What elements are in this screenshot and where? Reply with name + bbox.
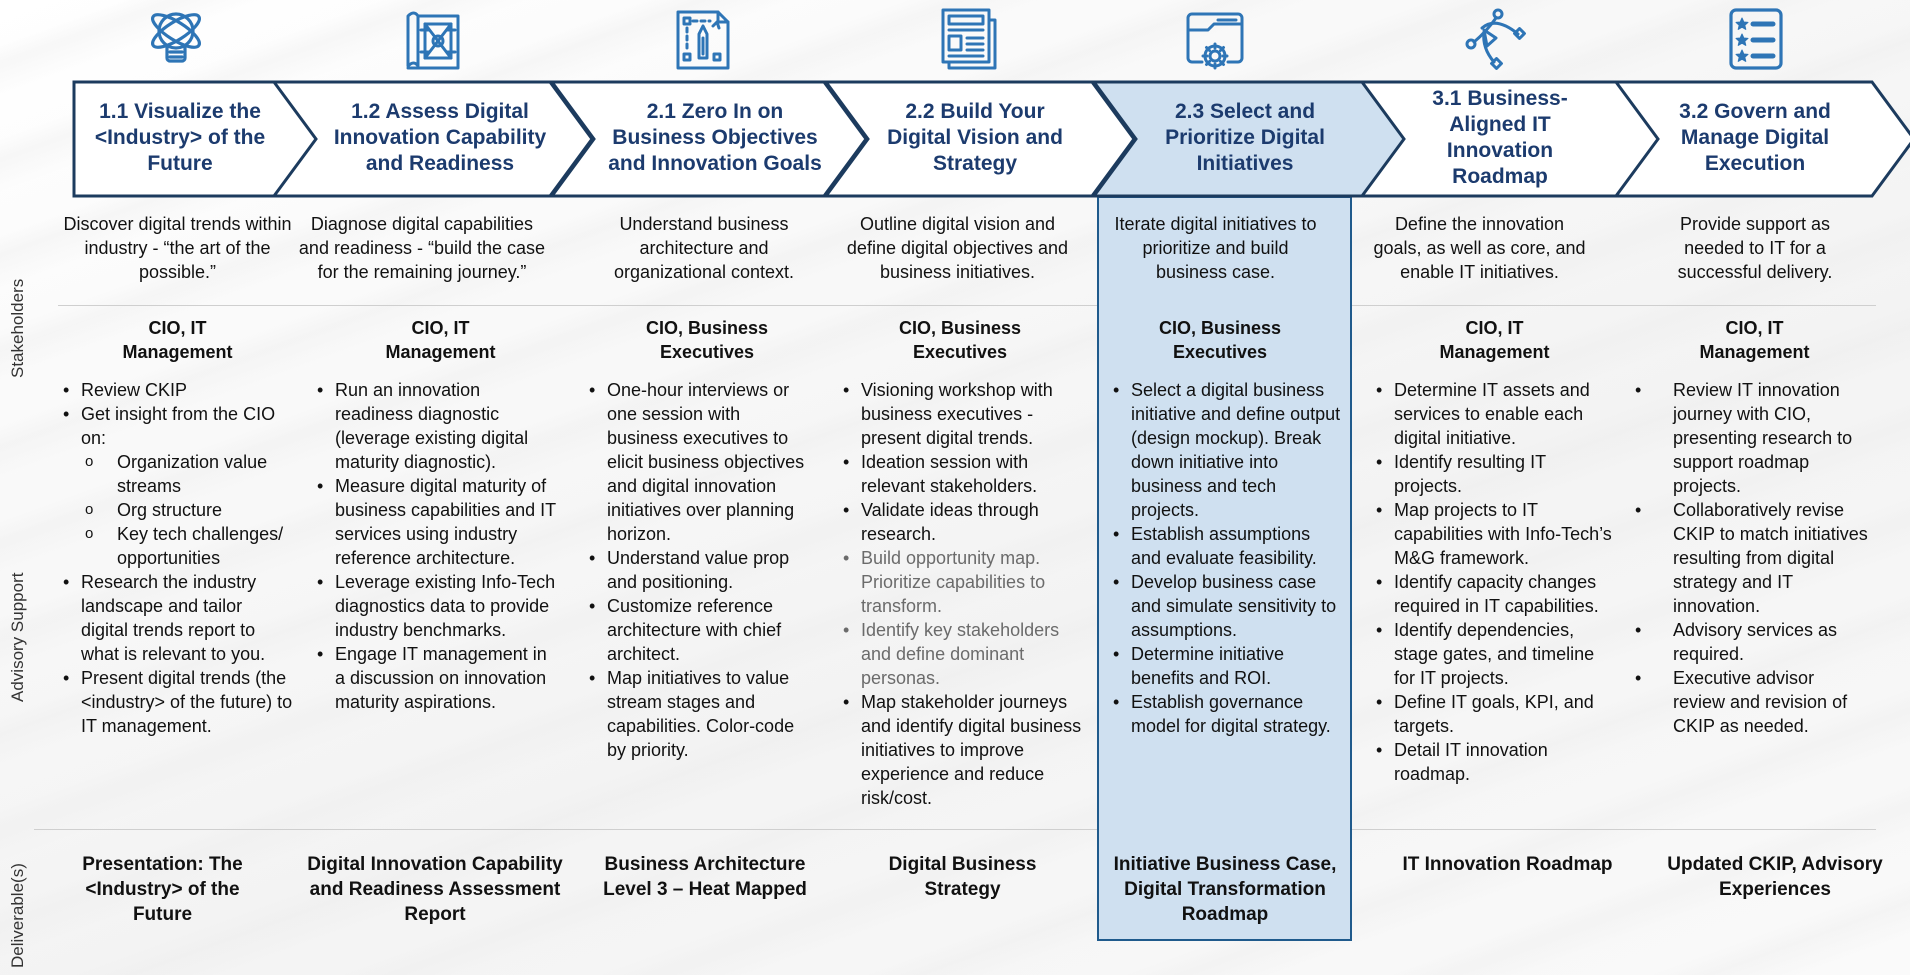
phase-deliverable: Initiative Business Case, Digital Transf… — [1113, 854, 1337, 925]
phase-description: Outline digital vision and define digita… — [846, 214, 1069, 282]
advisory-item: Map initiatives to value stream stages a… — [589, 666, 814, 762]
phase-description: Diagnose digital capabilities and readin… — [298, 214, 546, 282]
advisory-item: Understand value prop and positioning. — [589, 546, 814, 594]
advisory-list: Select a digital business initiative and… — [1113, 378, 1345, 738]
advisory-item: Build opportunity map. Prioritize capabi… — [843, 546, 1088, 618]
phase-description: Iterate digital initiatives to prioritiz… — [1114, 214, 1317, 282]
phase-description: Provide support as needed to IT for a su… — [1677, 214, 1833, 282]
advisory-list: Review IT innovation journey with CIO, p… — [1635, 378, 1870, 738]
phase-deliverable: IT Innovation Roadmap — [1402, 854, 1613, 875]
advisory-item: Identify capacity changes required in IT… — [1376, 570, 1616, 618]
lightbulb-globe-icon — [143, 6, 209, 72]
phase-deliverable: Presentation: The <Industry> of the Futu… — [82, 854, 243, 925]
separator-line — [58, 305, 1876, 306]
advisory-item: Advisory services as required. — [1635, 618, 1870, 666]
advisory-item: Present digital trends (the <industry> o… — [63, 666, 293, 738]
advisory-item: Validate ideas through research. — [843, 498, 1088, 546]
advisory-sub-item: Organization value streams — [63, 450, 293, 498]
row-label-stakeholders: Stakeholders — [8, 278, 27, 378]
advisory-item: Determine IT assets and services to enab… — [1376, 378, 1616, 450]
advisory-item: Review IT innovation journey with CIO, p… — [1635, 378, 1870, 498]
phase-stakeholders: CIO, Business Executives — [898, 318, 1022, 362]
phase-stakeholders: CIO, IT Management — [1439, 318, 1550, 362]
advisory-item: Map projects to IT capabilities with Inf… — [1376, 498, 1616, 570]
advisory-item: Executive advisor review and revision of… — [1635, 666, 1870, 738]
blueprint-icon — [400, 6, 466, 72]
advisory-list: Review CKIPGet insight from the CIO on:O… — [63, 378, 293, 738]
star-checklist-icon — [1723, 6, 1789, 72]
phase-stakeholders: CIO, Business Executives — [1158, 318, 1282, 362]
advisory-item: Identify resulting IT projects. — [1376, 450, 1616, 498]
advisory-item: Leverage existing Info-Tech diagnostics … — [317, 570, 557, 642]
advisory-item: Run an innovation readiness diagnostic (… — [317, 378, 557, 474]
advisory-item: Identify key stakeholders and define dom… — [843, 618, 1088, 690]
advisory-item: Measure digital maturity of business cap… — [317, 474, 557, 570]
advisory-item: Establish governance model for digital s… — [1113, 690, 1345, 738]
advisory-item: Develop business case and simulate sensi… — [1113, 570, 1345, 642]
phase-title-1-1: 1.1 Visualize the <Industry> of the Futu… — [94, 100, 266, 175]
phase-description: Discover digital trends within industry … — [63, 214, 292, 282]
advisory-item: Customize reference architecture with ch… — [589, 594, 814, 666]
advisory-item: Review CKIP — [63, 378, 293, 402]
phase-stakeholders: CIO, IT Management — [122, 318, 233, 362]
advisory-item: Visioning workshop with business executi… — [843, 378, 1088, 450]
phase-deliverable: Updated CKIP, Advisory Experiences — [1667, 854, 1883, 900]
advisory-list: Determine IT assets and services to enab… — [1376, 378, 1616, 786]
advisory-item: Detail IT innovation roadmap. — [1376, 738, 1616, 786]
advisory-list: One-hour interviews or one session with … — [589, 378, 814, 762]
advisory-list: Visioning workshop with business executi… — [843, 378, 1088, 810]
advisory-item: Map stakeholder journeys and identify di… — [843, 690, 1088, 810]
advisory-item: Collaboratively revise CKIP to match ini… — [1635, 498, 1870, 618]
advisory-item: Define IT goals, KPI, and targets. — [1376, 690, 1616, 738]
advisory-item: One-hour interviews or one session with … — [589, 378, 814, 546]
phase-stakeholders: CIO, IT Management — [1699, 318, 1810, 362]
advisory-item: Research the industry landscape and tail… — [63, 570, 293, 666]
phase-description: Define the innovation goals, as well as … — [1373, 214, 1586, 282]
advisory-sub-item: Org structure — [63, 498, 293, 522]
advisory-item: Engage IT management in a discussion on … — [317, 642, 557, 714]
advisory-item: Identify dependencies, stage gates, and … — [1376, 618, 1616, 690]
row-label-deliverables: Deliverable(s) — [8, 863, 27, 968]
phase-stakeholders: CIO, IT Management — [385, 318, 496, 362]
phase-deliverable: Business Architecture Level 3 – Heat Map… — [603, 854, 807, 900]
separator-line — [34, 829, 1876, 830]
row-label-advisory-support: Advisory Support — [8, 572, 27, 702]
phase-title-2-1: 2.1 Zero In on Business Objectives and I… — [608, 100, 822, 175]
phase-title-3-1: 3.1 Business-Aligned IT Innovation Roadm… — [1432, 87, 1568, 188]
phase-title-2-2: 2.2 Build Your Digital Vision and Strate… — [887, 100, 1063, 175]
phase-title-3-2: 3.2 Govern and Manage Digital Execution — [1679, 100, 1831, 175]
advisory-sub-item: Key tech challenges/ opportunities — [63, 522, 293, 570]
advisory-list: Run an innovation readiness diagnostic (… — [317, 378, 557, 714]
browser-gear-icon — [1182, 6, 1248, 72]
vector-path-icon — [1462, 6, 1528, 72]
advisory-item: Establish assumptions and evaluate feasi… — [1113, 522, 1345, 570]
document-icon — [935, 6, 1001, 72]
advisory-item: Select a digital business initiative and… — [1113, 378, 1345, 522]
phase-stakeholders: CIO, Business Executives — [645, 318, 769, 362]
advisory-item: Get insight from the CIO on: — [63, 402, 293, 450]
phase-title-1-2: 1.2 Assess Digital Innovation Capability… — [333, 100, 547, 175]
phase-description: Understand business architecture and org… — [613, 214, 795, 282]
advisory-item: Determine initiative benefits and ROI. — [1113, 642, 1345, 690]
advisory-item: Ideation session with relevant stakehold… — [843, 450, 1088, 498]
design-pencil-icon — [670, 6, 736, 72]
phase-deliverable: Digital Innovation Capability and Readin… — [307, 854, 563, 925]
phase-title-2-3: 2.3 Select and Prioritize Digital Initia… — [1165, 100, 1325, 175]
phase-deliverable: Digital Business Strategy — [888, 854, 1037, 900]
